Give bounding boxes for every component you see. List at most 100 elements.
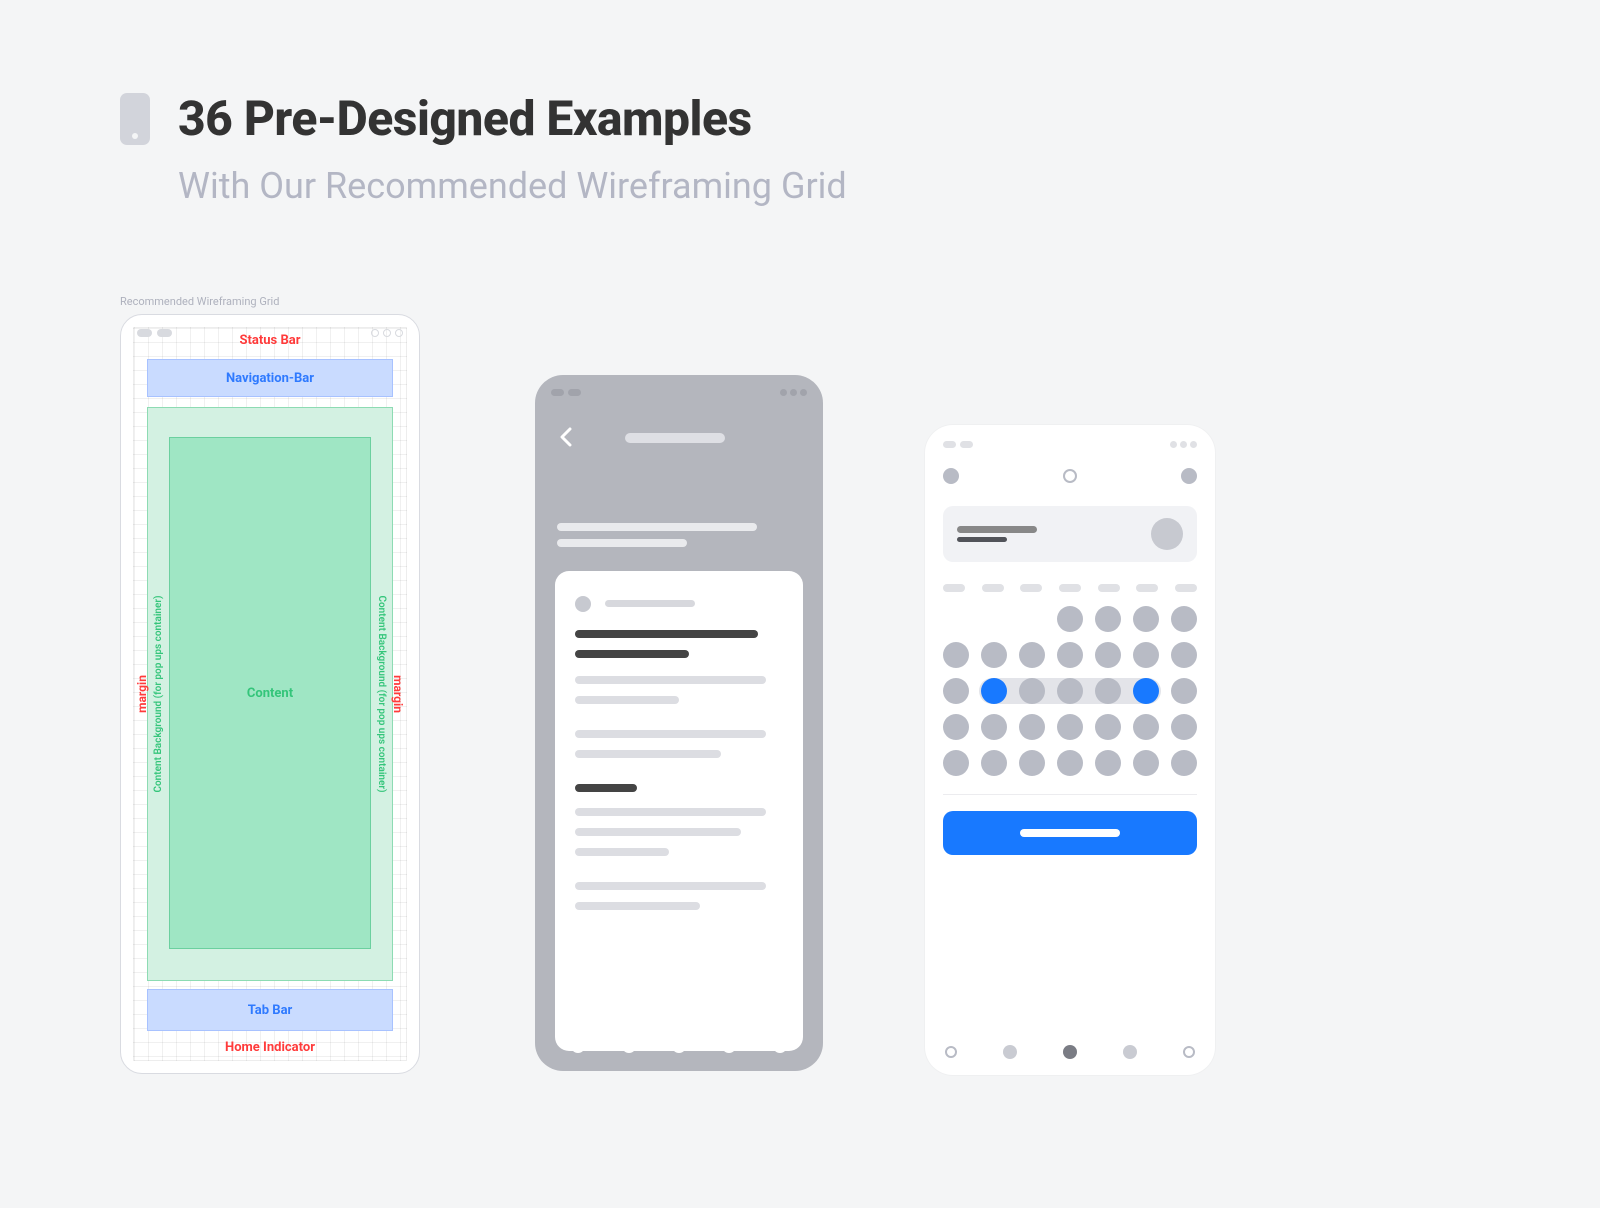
calendar-day — [1133, 642, 1159, 668]
mockup-calendar — [925, 425, 1215, 1075]
calendar-day — [943, 678, 969, 704]
calendar-day — [1171, 750, 1197, 776]
heading-placeholder — [575, 650, 689, 658]
nav-dot-icon — [622, 1039, 636, 1053]
back-chevron-icon — [559, 427, 573, 451]
calendar-day — [1095, 606, 1121, 632]
calendar-day — [943, 714, 969, 740]
label-status-bar: Status Bar — [240, 333, 301, 348]
text-placeholder — [575, 676, 766, 684]
calendar-day — [1133, 606, 1159, 632]
calendar-day — [981, 714, 1007, 740]
heading-placeholder — [575, 630, 758, 638]
status-dots-icon — [371, 329, 403, 337]
calendar-day-selected-start — [981, 678, 1007, 704]
calendar-day — [1133, 714, 1159, 740]
weekday-header — [943, 584, 1197, 592]
title-placeholder — [625, 433, 725, 443]
text-placeholder — [575, 696, 679, 704]
calendar-row-range — [943, 678, 1197, 704]
calendar-day — [1057, 642, 1083, 668]
divider — [943, 794, 1197, 795]
subheading-placeholder — [575, 784, 637, 792]
calendar-day — [1095, 714, 1121, 740]
camera-cutout-icon — [943, 441, 973, 448]
text-placeholder — [575, 730, 766, 738]
status-dots-icon — [780, 389, 807, 396]
mockup-caption: Recommended Wireframing Grid — [120, 295, 420, 308]
calendar-day — [1019, 642, 1045, 668]
nav-dot-icon — [571, 1039, 585, 1053]
calendar-day — [1057, 606, 1083, 632]
calendar-day — [943, 750, 969, 776]
bottom-nav — [945, 1045, 1195, 1059]
nav-dot-icon — [1003, 1045, 1017, 1059]
calendar-day — [1171, 714, 1197, 740]
mockup-grid-annotated: Recommended Wireframing Grid Status Bar … — [120, 295, 420, 1074]
nav-dot-icon — [722, 1039, 736, 1053]
status-dots-icon — [1170, 441, 1197, 448]
calendar-row — [943, 606, 1197, 632]
author-row — [575, 593, 783, 612]
next-month-icon — [1181, 468, 1197, 484]
calendar-day — [1095, 678, 1121, 704]
calendar-day — [1095, 750, 1121, 776]
phone-frame — [535, 375, 823, 1071]
calendar-day — [1019, 714, 1045, 740]
text-placeholder — [575, 828, 741, 836]
camera-cutout-icon — [551, 389, 581, 396]
month-nav-row — [943, 468, 1197, 484]
nav-dot-active-icon — [1063, 1045, 1077, 1059]
author-name-placeholder — [605, 600, 695, 607]
button-label-placeholder — [1020, 829, 1120, 837]
text-placeholder — [575, 750, 721, 758]
label-content-bg-right: Content Background (for pop ups containe… — [376, 595, 387, 792]
tab-bar-zone: Tab Bar — [147, 989, 393, 1031]
nav-dot-icon — [1123, 1045, 1137, 1059]
calendar-day — [1171, 642, 1197, 668]
calendar-row — [943, 642, 1197, 668]
text-line — [557, 539, 687, 547]
text-placeholder — [575, 882, 766, 890]
label-content-bg-left: Content Background (for pop ups containe… — [153, 595, 164, 792]
page-subtitle: With Our Recommended Wireframing Grid — [178, 165, 847, 207]
text-placeholder — [575, 808, 766, 816]
calendar-row — [943, 750, 1197, 776]
calendar-day — [1019, 678, 1045, 704]
text-line — [557, 523, 757, 531]
page-title: 36 Pre-Designed Examples — [178, 90, 752, 147]
content-zone: Content — [169, 437, 371, 949]
calendar-grid — [943, 606, 1197, 776]
nav-dot-icon — [672, 1039, 686, 1053]
calendar-day — [1133, 750, 1159, 776]
mockup-article-card — [535, 375, 823, 1071]
label-margin-right: margin — [391, 675, 405, 713]
camera-cutout-icon — [137, 329, 172, 337]
calendar-day — [981, 750, 1007, 776]
phone-frame — [925, 425, 1215, 1075]
label-home-indicator: Home Indicator — [225, 1040, 315, 1055]
text-placeholder — [575, 848, 669, 856]
calendar-day — [1057, 750, 1083, 776]
calendar-day — [981, 642, 1007, 668]
summary-banner — [943, 506, 1197, 562]
mockup-stage: Recommended Wireframing Grid Status Bar … — [120, 295, 1480, 1155]
prev-month-icon — [943, 468, 959, 484]
text-placeholder — [575, 902, 700, 910]
label-margin-left: margin — [135, 675, 149, 713]
calendar-day — [943, 642, 969, 668]
navigation-bar-zone: Navigation-Bar — [147, 359, 393, 397]
content-card — [555, 571, 803, 1051]
phone-frame: Status Bar Navigation-Bar Content margin… — [120, 314, 420, 1074]
calendar-day — [1057, 714, 1083, 740]
nav-dot-icon — [1183, 1046, 1195, 1058]
current-month-indicator-icon — [1063, 469, 1077, 483]
calendar-day — [1171, 678, 1197, 704]
calendar-day — [1095, 642, 1121, 668]
calendar-day — [1057, 678, 1083, 704]
phone-icon — [120, 93, 150, 145]
label-content: Content — [247, 686, 293, 701]
calendar-day — [1171, 606, 1197, 632]
calendar-day — [1019, 750, 1045, 776]
nav-dot-icon — [773, 1039, 787, 1053]
